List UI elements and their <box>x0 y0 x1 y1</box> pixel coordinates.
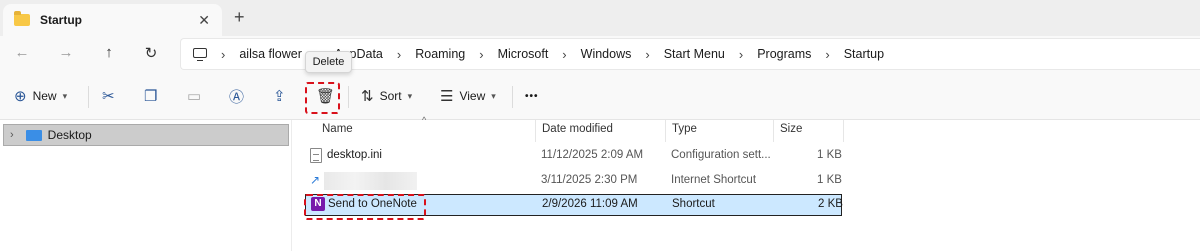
file-type: Configuration sett... <box>671 149 771 161</box>
breadcrumb-item[interactable]: Roaming <box>415 47 465 61</box>
back-button[interactable]: ← <box>12 44 32 61</box>
delete-highlight <box>305 82 340 114</box>
clipboard-icon: ▭ <box>187 88 202 105</box>
rename-button[interactable]: Ⓐ <box>229 84 244 108</box>
chevron-down-icon: ▾ <box>62 90 68 101</box>
column-header-type[interactable]: Type <box>666 120 774 142</box>
tab-title: Startup <box>40 13 82 27</box>
file-type: Internet Shortcut <box>671 174 757 186</box>
breadcrumb-item[interactable]: Windows <box>581 47 632 61</box>
file-date: 3/11/2025 2:30 PM <box>541 174 638 186</box>
blurred-file-name <box>324 172 417 190</box>
copy-button[interactable]: ❐ <box>144 84 157 108</box>
breadcrumb-item[interactable]: Start Menu <box>664 47 725 61</box>
file-size: 2 KB <box>818 198 843 210</box>
nav-item-desktop[interactable]: › Desktop <box>3 124 289 146</box>
ini-file-icon <box>310 148 322 163</box>
column-header-date[interactable]: Date modified <box>536 120 666 142</box>
onenote-highlight <box>304 194 426 220</box>
forward-button[interactable]: → <box>56 44 76 61</box>
chevron-right-icon[interactable]: › <box>10 129 14 141</box>
file-list: ^ Name Date modified Type Size desktop.i… <box>302 115 1200 251</box>
breadcrumb-item[interactable]: Startup <box>844 47 884 61</box>
internet-shortcut-icon: ↗ <box>310 173 321 187</box>
navigation-pane: › Desktop <box>0 120 292 251</box>
chevron-right-icon[interactable]: › <box>739 47 743 62</box>
breadcrumb-item[interactable]: Microsoft <box>498 47 549 61</box>
breadcrumb-item[interactable]: Programs <box>757 47 811 61</box>
cut-button[interactable]: ✂ <box>102 84 115 108</box>
scissors-icon: ✂ <box>102 88 115 105</box>
share-button[interactable]: ⇪ <box>273 84 286 108</box>
nav-item-label: Desktop <box>47 128 92 142</box>
this-pc-icon <box>193 48 207 61</box>
divider <box>88 86 89 108</box>
paste-button[interactable]: ▭ <box>187 84 201 108</box>
column-header-size[interactable]: Size <box>774 120 844 142</box>
share-icon: ⇪ <box>273 88 286 105</box>
chevron-right-icon[interactable]: › <box>397 47 401 62</box>
view-label: View <box>459 89 486 103</box>
chevron-right-icon[interactable]: › <box>825 47 829 62</box>
chevron-right-icon[interactable]: › <box>221 47 225 62</box>
divider <box>512 86 513 108</box>
new-button[interactable]: ⊕ New ▾ <box>14 84 67 108</box>
chevron-down-icon: ▾ <box>491 90 496 101</box>
sort-icon: ⇅ <box>361 88 374 105</box>
file-size: 1 KB <box>817 174 842 186</box>
breadcrumb-item[interactable]: ailsa flower <box>239 47 302 61</box>
tab-strip: Startup ✕ + <box>0 0 1200 36</box>
command-bar: ⊕ New ▾ ✂ ❐ ▭ Ⓐ ⇪ 🗑 ⇅ Sort ▾ ☰ View ▾ ••… <box>0 72 1200 120</box>
close-tab-icon[interactable]: ✕ <box>198 12 210 29</box>
file-date: 11/12/2025 2:09 AM <box>541 149 644 161</box>
delete-tooltip: Delete <box>305 51 352 73</box>
file-row[interactable]: ↗ 3/11/2025 2:30 PM Internet Shortcut 1 … <box>302 170 845 192</box>
new-tab-button[interactable]: + <box>234 8 245 26</box>
view-lines-icon: ☰ <box>440 88 454 105</box>
file-row[interactable]: desktop.ini 11/12/2025 2:09 AM Configura… <box>302 145 845 167</box>
chevron-right-icon[interactable]: › <box>645 47 649 62</box>
address-row: ← → ↑ ↻ › ailsa flower › AppData › Roami… <box>0 36 1200 72</box>
rename-icon: Ⓐ <box>229 88 245 106</box>
refresh-button[interactable]: ↻ <box>141 44 161 62</box>
file-name: desktop.ini <box>327 149 382 161</box>
more-options-button[interactable]: ••• <box>525 84 539 108</box>
copy-icon: ❐ <box>144 88 158 105</box>
tab-startup[interactable]: Startup ✕ <box>3 4 222 36</box>
up-button[interactable]: ↑ <box>99 44 119 61</box>
view-button[interactable]: ☰ View ▾ <box>440 84 496 108</box>
divider <box>348 86 349 108</box>
chevron-down-icon: ▾ <box>407 90 413 101</box>
new-label: New <box>32 89 57 103</box>
chevron-right-icon[interactable]: › <box>479 47 483 62</box>
chevron-right-icon[interactable]: › <box>562 47 566 62</box>
column-header-name[interactable]: Name <box>316 120 536 142</box>
sort-button[interactable]: ⇅ Sort ▾ <box>361 84 412 108</box>
file-size: 1 KB <box>817 149 842 161</box>
folder-icon <box>14 11 30 26</box>
file-date: 2/9/2026 11:09 AM <box>542 198 638 210</box>
sort-label: Sort <box>379 89 402 103</box>
plus-circle-icon: ⊕ <box>14 88 27 105</box>
desktop-icon <box>25 129 42 141</box>
file-type: Shortcut <box>672 198 715 210</box>
